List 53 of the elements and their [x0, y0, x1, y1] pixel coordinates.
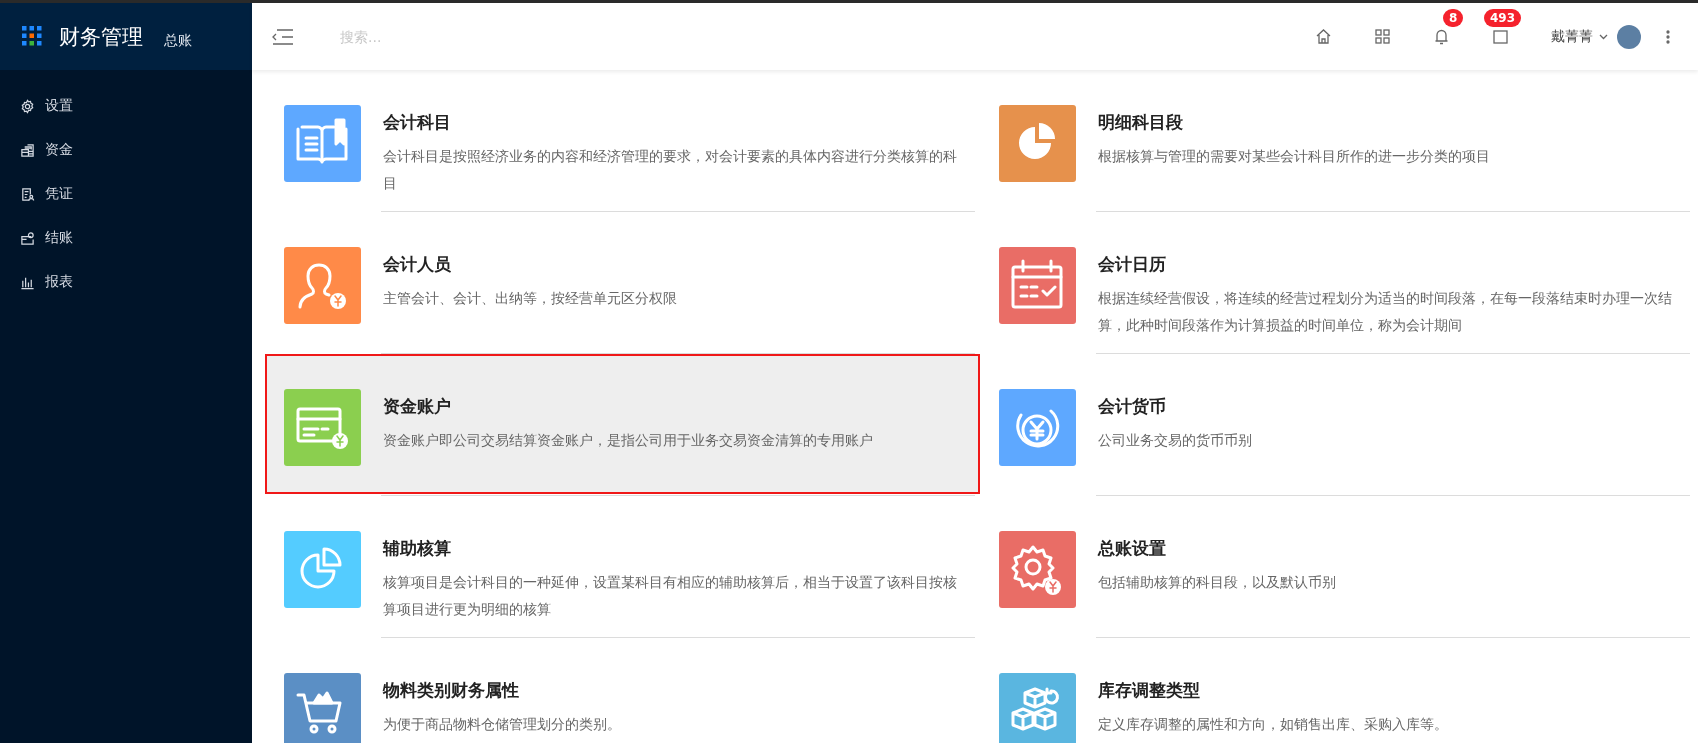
card-title: 会计科目: [383, 111, 452, 134]
sidebar-item[interactable]: 报表: [0, 260, 252, 304]
card-description: 会计科目是按照经济业务的内容和经济管理的要求，对会计要素的具体内容进行分类核算的科目: [383, 147, 958, 193]
function-card[interactable]: 辅助核算 核算项目是会计科目的一种延伸，设置某科目有相应的辅助核算后，相当于设置了该科目按核算项目进行更为明细的核算: [265, 496, 980, 636]
card-description: 主管会计、会计、出纳等，按经营单元区分权限: [383, 289, 678, 308]
chevron-down-icon[interactable]: [1599, 33, 1608, 40]
coins-icon: [20, 142, 35, 158]
card-description: 定义库存调整的属性和方向，如销售出库、采购入库等。: [1098, 715, 1449, 734]
message-badge: 493: [1484, 9, 1522, 27]
card-description: 包括辅助核算的科目段，以及默认币别: [1098, 573, 1337, 592]
card-description: 根据核算与管理的需要对某些会计科目所作的进一步分类的项目: [1098, 147, 1491, 166]
card-description: 根据连续经营假设，将连续的经营过程划分为适当的时间段落，在每一段落结束时办理一次结算，此种时间段落作为计算损益的时间单位，称为会计期间: [1098, 289, 1673, 335]
user-name[interactable]: 戴菁菁: [1551, 27, 1593, 46]
document-user-icon: [20, 186, 35, 202]
function-card[interactable]: 会计人员 主管会计、会计、出纳等，按经营单元区分权限: [265, 212, 980, 352]
menu-toggle-icon[interactable]: [272, 28, 294, 45]
function-card[interactable]: 明细科目段 根据核算与管理的需要对某些会计科目所作的进一步分类的项目: [980, 70, 1695, 210]
card-title: 库存调整类型: [1098, 679, 1201, 702]
sidebar-item[interactable]: 资金: [0, 128, 252, 172]
function-card[interactable]: 库存调整类型 定义库存调整的属性和方向，如销售出库、采购入库等。: [980, 638, 1695, 743]
function-card[interactable]: 会计货币 公司业务交易的货币币别: [980, 354, 1695, 494]
avatar[interactable]: [1617, 24, 1641, 49]
card-title: 会计日历: [1098, 253, 1167, 276]
sidebar-item[interactable]: 结账: [0, 216, 252, 260]
card-description: 为便于商品物料仓储管理划分的类别。: [383, 715, 622, 734]
home-icon[interactable]: [1315, 28, 1332, 45]
app-title: 财务管理: [59, 23, 143, 51]
card-title: 辅助核算: [383, 537, 452, 560]
message-icon[interactable]: [1492, 28, 1509, 45]
bell-icon[interactable]: [1433, 28, 1450, 45]
card-title: 总账设置: [1098, 537, 1167, 560]
function-card[interactable]: 会计日历 根据连续经营假设，将连续的经营过程划分为适当的时间段落，在每一段落结束时办理一次结算，此种时间段落作为计算损益的时间单位，称为会计期间: [980, 212, 1695, 352]
card-title: 会计人员: [383, 253, 452, 276]
app-grid-icon: [22, 26, 42, 47]
settings-icon: [20, 98, 35, 114]
wallet-icon: [20, 230, 35, 246]
card-title: 明细科目段: [1098, 111, 1184, 134]
card-title: 资金账户: [383, 395, 452, 418]
function-card[interactable]: 会计科目 会计科目是按照经济业务的内容和经济管理的要求，对会计要素的具体内容进行分类核算的科目: [265, 70, 980, 210]
card-title: 物料类别财务属性: [383, 679, 520, 702]
sidebar-item[interactable]: 凭证: [0, 172, 252, 216]
function-card[interactable]: 物料类别财务属性 为便于商品物料仓储管理划分的类别。: [265, 638, 980, 743]
grid-icon[interactable]: [1374, 28, 1391, 45]
card-title: 会计货币: [1098, 395, 1167, 418]
function-card[interactable]: 总账设置 包括辅助核算的科目段，以及默认币别: [980, 496, 1695, 636]
app-subtitle: 总账: [164, 32, 192, 50]
function-card[interactable]: 资金账户 资金账户即公司交易结算资金账户，是指公司用于业务交易资金清算的专用账户: [265, 354, 980, 494]
more-icon[interactable]: [1666, 29, 1670, 44]
card-description: 核算项目是会计科目的一种延伸，设置某科目有相应的辅助核算后，相当于设置了该科目按核算项目进行更为明细的核算: [383, 573, 958, 619]
sidebar-item[interactable]: 设置: [0, 84, 252, 128]
card-description: 公司业务交易的货币币别: [1098, 431, 1253, 450]
notification-badge: 8: [1443, 9, 1464, 27]
card-description: 资金账户即公司交易结算资金账户，是指公司用于业务交易资金清算的专用账户: [383, 431, 874, 450]
